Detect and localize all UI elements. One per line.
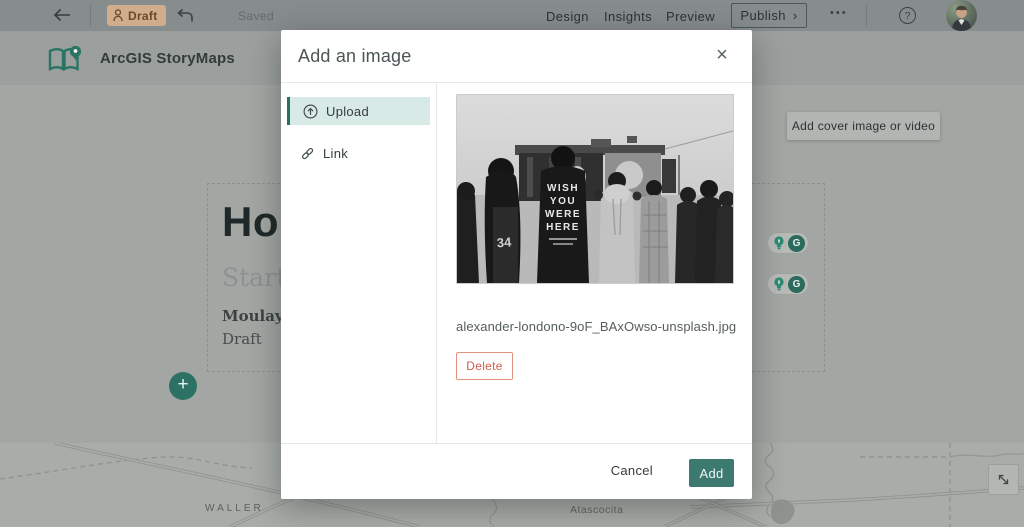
lightbulb-icon (774, 236, 784, 250)
tab-upload-label: Upload (326, 103, 369, 119)
toolbar-divider (90, 5, 91, 26)
nav-insights[interactable]: Insights (604, 9, 652, 24)
builder-toolbar: Draft Saved Design Insights Preview Publ… (0, 0, 1024, 31)
concert-photo: 34 WISH YOU WERE HERE (457, 95, 733, 283)
avatar-photo (946, 0, 977, 31)
shirt-line-4: HERE (546, 222, 580, 233)
tab-link[interactable]: Link (281, 139, 436, 167)
chevron-right-icon: › (792, 8, 798, 23)
help-button[interactable]: ? (899, 7, 916, 24)
save-status-text: Saved (238, 9, 275, 23)
uploaded-file-name: alexander-londono-9oF_BAxOwso-unsplash.j… (456, 319, 737, 334)
tab-upload[interactable]: Upload (287, 97, 430, 125)
upload-cloud-icon (303, 103, 318, 119)
story-title[interactable]: Ho (222, 198, 279, 246)
nav-design[interactable]: Design (546, 9, 589, 24)
cancel-button[interactable]: Cancel (611, 463, 653, 478)
jersey-number: 34 (496, 234, 512, 250)
tab-link-label: Link (323, 145, 349, 161)
grammarly-g-icon: G (788, 234, 805, 252)
dialog-content: 34 WISH YOU WERE HERE alexander-londono-… (438, 83, 752, 443)
dialog-title: Add an image (298, 46, 412, 66)
user-avatar[interactable] (946, 0, 977, 31)
close-icon: × (716, 44, 728, 66)
dialog-footer: Cancel Add (281, 443, 752, 499)
shirt-line-1: WISH (547, 183, 579, 194)
storymaps-logo-icon[interactable] (47, 45, 87, 73)
draft-status-badge: Draft (107, 5, 166, 26)
expand-arrows-icon (998, 474, 1009, 485)
close-button[interactable]: × (710, 43, 734, 67)
publish-label: Publish (740, 8, 786, 23)
back-arrow-icon (53, 8, 70, 22)
map-label-waller: WALLER (205, 503, 264, 514)
redo-icon (205, 8, 221, 22)
add-button[interactable]: Add (689, 459, 734, 487)
dialog-header: Add an image × (281, 30, 752, 83)
undo-button[interactable] (176, 8, 194, 23)
storymaps-builder: Draft Saved Design Insights Preview Publ… (0, 0, 1024, 527)
link-icon (301, 147, 314, 159)
more-menu-button[interactable]: ••• (830, 7, 848, 19)
shirt-line-2: YOU (550, 196, 576, 207)
story-draft-label: Draft (222, 330, 262, 348)
person-icon (113, 9, 123, 22)
question-icon: ? (904, 9, 911, 22)
nav-preview[interactable]: Preview (666, 9, 715, 24)
grammarly-widget[interactable]: G (767, 232, 809, 254)
undo-icon (177, 8, 193, 22)
delete-button[interactable]: Delete (456, 352, 513, 380)
draft-badge-label: Draft (128, 8, 158, 23)
add-image-dialog: Add an image × Upload Link 34 WISH YOU W… (281, 30, 752, 499)
shirt-line-3: WERE (545, 209, 581, 220)
map-label-atascocita: Atascocita (570, 504, 623, 516)
delete-label: Delete (466, 359, 503, 373)
fullscreen-button[interactable] (988, 464, 1019, 495)
add-button-label: Add (699, 465, 724, 481)
add-block-button[interactable]: + (169, 372, 197, 400)
dialog-sidebar: Upload Link (281, 83, 437, 443)
toolbar-divider (866, 5, 867, 26)
back-button[interactable] (52, 7, 76, 24)
grammarly-g-icon: G (788, 275, 805, 293)
lightbulb-icon (774, 277, 784, 291)
redo-button[interactable] (204, 8, 222, 23)
brand-name: ArcGIS StoryMaps (100, 50, 235, 67)
grammarly-widget[interactable]: G (767, 273, 809, 295)
add-cover-button[interactable]: Add cover image or video (787, 112, 940, 140)
publish-button[interactable]: Publish › (731, 3, 807, 28)
uploaded-image-preview: 34 WISH YOU WERE HERE (456, 94, 734, 284)
